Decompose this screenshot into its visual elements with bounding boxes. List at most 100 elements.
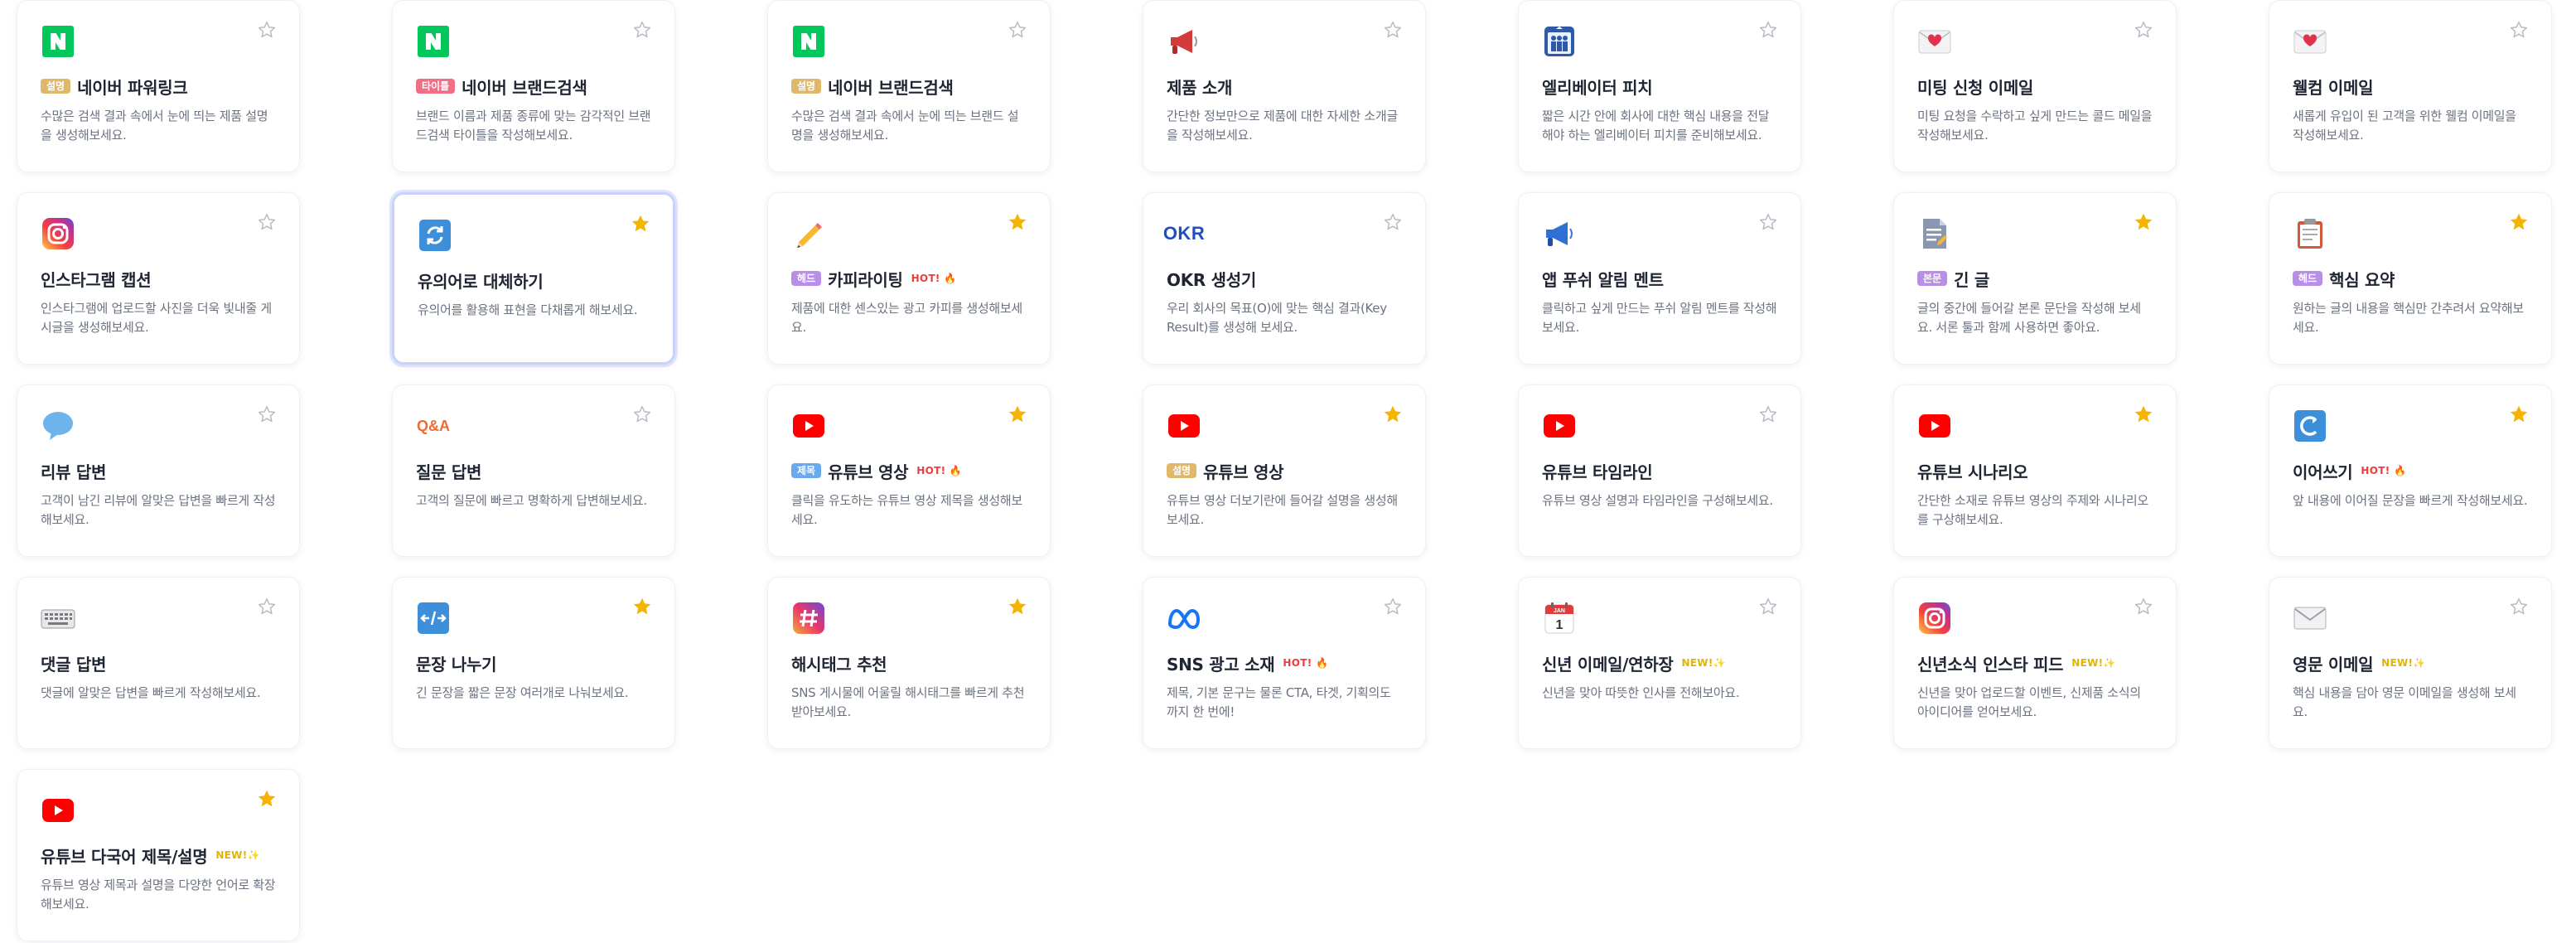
star-filled-icon[interactable] <box>2133 211 2154 233</box>
card-app-push[interactable]: 앱 푸쉬 알림 멘트 클릭하고 싶게 만드는 푸쉬 알림 멘트를 작성해 보세요. <box>1518 192 1801 365</box>
youtube-icon <box>1167 409 1201 443</box>
star-outline-icon[interactable] <box>1757 404 1779 425</box>
star-outline-icon[interactable] <box>256 19 278 41</box>
star-filled-icon[interactable] <box>2133 404 2154 425</box>
clipboard-icon <box>2293 216 2327 251</box>
card-description: 우리 회사의 목표(O)에 맞는 핵심 결과(Key Result)를 생성해 … <box>1167 301 1387 335</box>
star-filled-icon[interactable] <box>2508 404 2530 425</box>
card-title: 질문 답변 <box>416 462 482 482</box>
card-title-row: 타이틀 네이버 브랜드검색 <box>416 74 651 99</box>
star-outline-icon[interactable] <box>2133 596 2154 617</box>
card-okr[interactable]: OKR OKR 생성기 우리 회사의 목표(O)에 맞는 핵심 결과(Key Res… <box>1143 192 1426 365</box>
card-sns-ad[interactable]: SNS 광고 소재 HOT! 🔥 제목, 기본 문구는 물론 CTA, 타겟, 기획… <box>1143 577 1426 749</box>
card-long-text[interactable]: 본문 긴 글 글의 중간에 들어갈 본론 문단을 작성해 보세요. 서론 툴과 함께… <box>1893 192 2177 365</box>
star-outline-icon[interactable] <box>2508 19 2530 41</box>
card-title: 영문 이메일 <box>2293 654 2374 675</box>
star-outline-icon[interactable] <box>1382 596 1404 617</box>
card-qna-reply[interactable]: Q&A 질문 답변 고객의 질문에 빠르고 명확하게 답변해보세요. <box>392 384 675 557</box>
card-naver-powerlink[interactable]: 설명 네이버 파워링크 수많은 검색 결과 속에서 눈에 띄는 제품 설명을 생성해… <box>17 0 300 172</box>
card-youtube-scenario[interactable]: 유튜브 시나리오 간단한 소재로 유튜브 영상의 주제와 시나리오를 구상해보세요… <box>1893 384 2177 557</box>
star-filled-icon[interactable] <box>631 596 653 617</box>
card-description: 신년을 맞아 업로드할 이벤트, 신제품 소식의 아이디어를 얻어보세요. <box>1917 685 2141 719</box>
card-title: 네이버 파워링크 <box>77 77 188 98</box>
card-comment-reply[interactable]: 댓글 답변 댓글에 알맞은 답변을 빠르게 작성해보세요. <box>17 577 300 749</box>
star-outline-icon[interactable] <box>2133 19 2154 41</box>
card-naver-brand-title[interactable]: 타이틀 네이버 브랜드검색 브랜드 이름과 제품 종류에 맞는 감각적인 브랜드검색… <box>392 0 675 172</box>
card-description: 새롭게 유입이 된 고객을 위한 웰컴 이메일을 작성해보세요. <box>2293 109 2516 143</box>
star-filled-icon[interactable] <box>1007 596 1028 617</box>
naver-n-icon <box>791 24 826 59</box>
card-description: 유튜브 영상 제목과 설명을 다양한 언어로 확장해보세요. <box>41 878 276 912</box>
star-filled-icon[interactable] <box>2508 211 2530 233</box>
star-filled-icon[interactable] <box>630 213 651 235</box>
card-instagram-caption[interactable]: 인스타그램 캡션인스타그램에 업로드할 사진을 더욱 빛내줄 게시글을 생성해보… <box>17 192 300 365</box>
card-title: 유의어로 대체하기 <box>418 271 544 292</box>
card-review-reply[interactable]: 리뷰 답변 고객이 남긴 리뷰에 알맞은 답변을 빠르게 작성해보세요. <box>17 384 300 557</box>
hot-badge: HOT! 🔥 <box>2361 465 2407 476</box>
new-badge: NEW!✨ <box>2381 657 2426 669</box>
card-title: 네이버 브랜드검색 <box>462 77 587 98</box>
star-filled-icon[interactable] <box>1007 404 1028 425</box>
card-description: 수많은 검색 결과 속에서 눈에 띄는 제품 설명을 생성해보세요. <box>41 109 268 143</box>
card-key-summary[interactable]: 헤드 핵심 요약 원하는 글의 내용을 핵심만 간추려서 요약해보세요. <box>2269 192 2552 365</box>
card-elevator-pitch[interactable]: 엘리베이터 피치 짧은 시간 안에 회사에 대한 핵심 내용을 전달해야 하는 엘… <box>1518 0 1801 172</box>
card-description: 신년을 맞아 따뜻한 인사를 전해보아요. <box>1542 685 1740 700</box>
card-english-email[interactable]: 영문 이메일 NEW!✨ 핵심 내용을 담아 영문 이메일을 생성해 보세요. <box>2269 577 2552 749</box>
card-description: 인스타그램에 업로드할 사진을 더욱 빛내줄 게시글을 생성해보세요. <box>41 301 272 335</box>
star-filled-icon[interactable] <box>1007 211 1028 233</box>
youtube-icon <box>41 793 75 828</box>
card-hashtag[interactable]: 해시태그 추천 SNS 게시물에 어울릴 해시태그를 빠르게 추천받아보세요. <box>767 577 1051 749</box>
card-title-row: 리뷰 답변 <box>41 458 276 483</box>
new-badge: NEW!✨ <box>1681 657 1726 669</box>
card-description: 앞 내용에 이어질 문장을 빠르게 작성해보세요. <box>2293 493 2528 508</box>
card-product-intro[interactable]: 제품 소개 간단한 정보만으로 제품에 대한 자세한 소개글을 작성해보세요. <box>1143 0 1426 172</box>
card-newyear-insta[interactable]: 신년소식 인스타 피드 NEW!✨ 신년을 맞아 업로드할 이벤트, 신제품 소식의… <box>1893 577 2177 749</box>
card-youtube-title[interactable]: 제목 유튜브 영상 HOT! 🔥 클릭을 유도하는 유튜브 영상 제목을 생성해보세요… <box>767 384 1051 557</box>
card-continue-writing[interactable]: 이어쓰기 HOT! 🔥 앞 내용에 이어질 문장을 빠르게 작성해보세요. <box>2269 384 2552 557</box>
star-outline-icon[interactable] <box>1757 19 1779 41</box>
card-synonym-replace[interactable]: 유의어로 대체하기 유의어를 활용해 표현을 다채롭게 해보세요. <box>392 192 675 365</box>
card-title: 카피라이팅 <box>828 269 903 290</box>
card-title: 엘리베이터 피치 <box>1542 77 1653 98</box>
card-title-row: 영문 이메일 NEW!✨ <box>2293 650 2528 675</box>
card-naver-brand-desc[interactable]: 설명 네이버 브랜드검색 수많은 검색 결과 속에서 눈에 띄는 브랜드 설명을 생… <box>767 0 1051 172</box>
refresh-icon <box>418 218 452 253</box>
tool-card-grid: 설명 네이버 파워링크수많은 검색 결과 속에서 눈에 띄는 제품 설명을 생성해… <box>17 0 2552 941</box>
card-youtube-multilang[interactable]: 유튜브 다국어 제목/설명 NEW!✨ 유튜브 영상 제목과 설명을 다양한 언어로… <box>17 769 300 941</box>
card-description: 긴 문장을 짧은 문장 여러개로 나눠보세요. <box>416 685 629 700</box>
card-description: 제목, 기본 문구는 물론 CTA, 타겟, 기획의도까지 한 번에! <box>1167 685 1391 719</box>
star-outline-icon[interactable] <box>256 596 278 617</box>
card-title: 리뷰 답변 <box>41 462 107 482</box>
star-outline-icon[interactable] <box>1382 211 1404 233</box>
star-outline-icon[interactable] <box>1007 19 1028 41</box>
star-outline-icon[interactable] <box>631 404 653 425</box>
card-title: OKR 생성기 <box>1167 269 1256 290</box>
envelope-icon <box>2293 601 2327 636</box>
star-outline-icon[interactable] <box>1382 19 1404 41</box>
card-youtube-desc[interactable]: 설명 유튜브 영상 유튜브 영상 더보기란에 들어갈 설명을 생성해 보세요. <box>1143 384 1426 557</box>
continue-icon <box>2293 409 2327 443</box>
star-outline-icon[interactable] <box>1757 211 1779 233</box>
card-youtube-timeline[interactable]: 유튜브 타임라인 유튜브 영상 설명과 타임라인을 구성해보세요. <box>1518 384 1801 557</box>
star-outline-icon[interactable] <box>256 211 278 233</box>
star-filled-icon[interactable] <box>1382 404 1404 425</box>
card-welcome-email[interactable]: 웰컴 이메일 새롭게 유입이 된 고객을 위한 웰컴 이메일을 작성해보세요. <box>2269 0 2552 172</box>
card-title-row: SNS 광고 소재 HOT! 🔥 <box>1167 650 1402 675</box>
star-outline-icon[interactable] <box>1757 596 1779 617</box>
card-title-row: 유튜브 다국어 제목/설명 NEW!✨ <box>41 843 276 868</box>
card-title-row: 인스타그램 캡션 <box>41 266 276 291</box>
star-outline-icon[interactable] <box>2508 596 2530 617</box>
hot-badge: HOT! 🔥 <box>911 273 957 284</box>
card-title: 신년 이메일/연하장 <box>1542 654 1674 675</box>
card-split-sentence[interactable]: 문장 나누기긴 문장을 짧은 문장 여러개로 나눠보세요. <box>392 577 675 749</box>
card-title-row: 문장 나누기 <box>416 650 651 675</box>
card-title: 문장 나누기 <box>416 654 497 675</box>
card-title: 유튜브 다국어 제목/설명 <box>41 846 208 867</box>
card-meeting-email[interactable]: 미팅 신청 이메일 미팅 요청을 수락하고 싶게 만드는 콜드 메일을 작성해보세… <box>1893 0 2177 172</box>
star-outline-icon[interactable] <box>256 404 278 425</box>
star-filled-icon[interactable] <box>256 788 278 810</box>
card-tag: 설명 <box>791 79 822 94</box>
card-copywriting[interactable]: 헤드 카피라이팅 HOT! 🔥 제품에 대한 센스있는 광고 카피를 생성해보세요. <box>767 192 1051 365</box>
card-newyear-email[interactable]: JAN 1 신년 이메일/연하장 NEW!✨ 신년을 맞아 따뜻한 인사를 전해보아요. <box>1518 577 1801 749</box>
star-outline-icon[interactable] <box>631 19 653 41</box>
